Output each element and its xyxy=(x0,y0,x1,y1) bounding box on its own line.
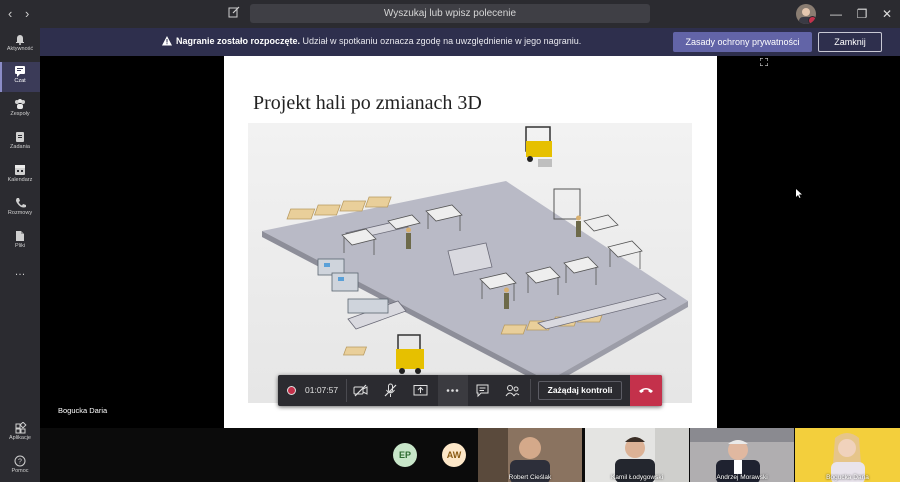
recording-timer: 01:07:57 xyxy=(305,385,339,395)
help-icon: ? xyxy=(14,455,26,467)
sidebar-item-label: Pliki xyxy=(14,243,26,249)
files-icon xyxy=(16,231,24,241)
banner-text: Udział w spotkaniu oznacza zgodę na uwzg… xyxy=(300,36,582,46)
sidebar-item-label: Zadania xyxy=(10,144,30,150)
sidebar-item-apps[interactable]: Aplikacje xyxy=(0,419,40,449)
chat-icon xyxy=(15,66,25,77)
warning-icon xyxy=(162,36,172,46)
hang-up-icon xyxy=(639,388,653,393)
video-tile[interactable]: Andrzej Morawski xyxy=(690,428,794,482)
request-control-button[interactable]: Zażądaj kontroli xyxy=(538,381,622,400)
more-icon: … xyxy=(14,266,26,278)
bell-icon xyxy=(16,35,24,45)
share-screen-icon[interactable] xyxy=(413,383,428,398)
participant-name: Kamil Łodygowski xyxy=(610,474,664,481)
chat-icon[interactable] xyxy=(475,383,490,398)
banner-bold-text: Nagranie zostało rozpoczęte. xyxy=(176,36,301,46)
sidebar-item-label: Czat xyxy=(14,78,26,84)
sidebar-item-label: Rozmowy xyxy=(7,210,33,216)
sidebar-item-teams[interactable]: Zespoły xyxy=(0,95,40,125)
hang-up-button[interactable] xyxy=(630,375,662,406)
forward-button[interactable]: › xyxy=(25,6,29,21)
svg-text:?: ? xyxy=(18,459,22,466)
expand-icon[interactable] xyxy=(760,58,768,66)
maximize-button[interactable]: ❐ xyxy=(852,4,872,24)
compose-icon[interactable] xyxy=(228,6,240,18)
phone-icon xyxy=(16,198,26,208)
dismiss-banner-button[interactable]: Zamknij xyxy=(818,32,882,52)
user-photo-icon xyxy=(799,8,813,24)
slide-title: Projekt hali po zmianach 3D xyxy=(253,92,482,114)
participants-icon[interactable] xyxy=(505,383,520,398)
sidebar-item-help[interactable]: ? Pomoc xyxy=(0,452,40,482)
factory-3d-render-image xyxy=(248,123,692,403)
more-icon xyxy=(446,389,459,392)
close-window-button[interactable]: ✕ xyxy=(877,4,897,24)
presenter-name: Bogucka Daria xyxy=(58,406,108,415)
recording-indicator-icon xyxy=(287,386,296,395)
camera-off-icon[interactable] xyxy=(353,383,368,398)
avatar[interactable] xyxy=(796,4,816,24)
divider xyxy=(530,379,531,402)
shared-screen-stage: Projekt hali po zmianach 3D Bogucka Dari… xyxy=(40,56,900,428)
back-button[interactable]: ‹ xyxy=(8,6,12,21)
calendar-icon xyxy=(15,165,25,175)
sidebar-item-more[interactable]: … xyxy=(0,260,40,290)
app-sidebar: Aktywność Czat Zespoły Zadania Kalendarz… xyxy=(0,28,40,482)
participant-name: Bogucka Daria xyxy=(826,474,869,481)
sidebar-item-calls[interactable]: Rozmowy xyxy=(0,194,40,224)
participant-name: Andrzej Morawski xyxy=(716,474,768,481)
video-tile[interactable]: Kamil Łodygowski xyxy=(585,428,689,482)
participant-avatar-ep[interactable]: EP xyxy=(393,443,417,467)
sidebar-item-files[interactable]: Pliki xyxy=(0,227,40,257)
privacy-policy-button[interactable]: Zasady ochrony prywatności xyxy=(673,32,812,52)
divider xyxy=(346,379,347,402)
title-bar: ‹ › Wyszukaj lub wpisz polecenie — ❐ ✕ xyxy=(0,0,900,28)
video-tile[interactable]: Robert Cieślak xyxy=(478,428,582,482)
video-tile[interactable]: Bogucka Daria xyxy=(795,428,900,482)
assignments-icon xyxy=(16,132,24,142)
shared-slide: Projekt hali po zmianach 3D xyxy=(224,56,717,428)
cursor-icon xyxy=(796,189,802,198)
microphone-off-icon[interactable] xyxy=(383,383,398,398)
call-controls-bar: 01:07:57 Zażądaj kontroli xyxy=(278,375,662,406)
participants-strip: EP AW Robert Cieślak Kamil Łodygowski An… xyxy=(40,428,900,482)
participant-avatar-aw[interactable]: AW xyxy=(442,443,466,467)
sidebar-item-calendar[interactable]: Kalendarz xyxy=(0,161,40,191)
sidebar-item-label: Pomoc xyxy=(11,468,29,474)
sidebar-item-activity[interactable]: Aktywność xyxy=(0,30,40,60)
participant-name: Robert Cieślak xyxy=(508,474,552,481)
recording-banner: Nagranie zostało rozpoczęte. Udział w sp… xyxy=(40,28,900,56)
minimize-button[interactable]: — xyxy=(826,4,846,24)
sidebar-item-chat[interactable]: Czat xyxy=(0,62,40,92)
search-input[interactable]: Wyszukaj lub wpisz polecenie xyxy=(250,4,650,23)
banner-message: Nagranie zostało rozpoczęte. Udział w sp… xyxy=(176,36,581,46)
sidebar-item-label: Aplikacje xyxy=(8,435,31,441)
teams-icon xyxy=(15,99,25,109)
sidebar-item-assignments[interactable]: Zadania xyxy=(0,128,40,158)
sidebar-item-label: Aktywność xyxy=(6,46,34,52)
sidebar-item-label: Zespoły xyxy=(10,111,30,117)
sidebar-item-label: Kalendarz xyxy=(7,177,33,183)
apps-icon xyxy=(15,422,27,434)
